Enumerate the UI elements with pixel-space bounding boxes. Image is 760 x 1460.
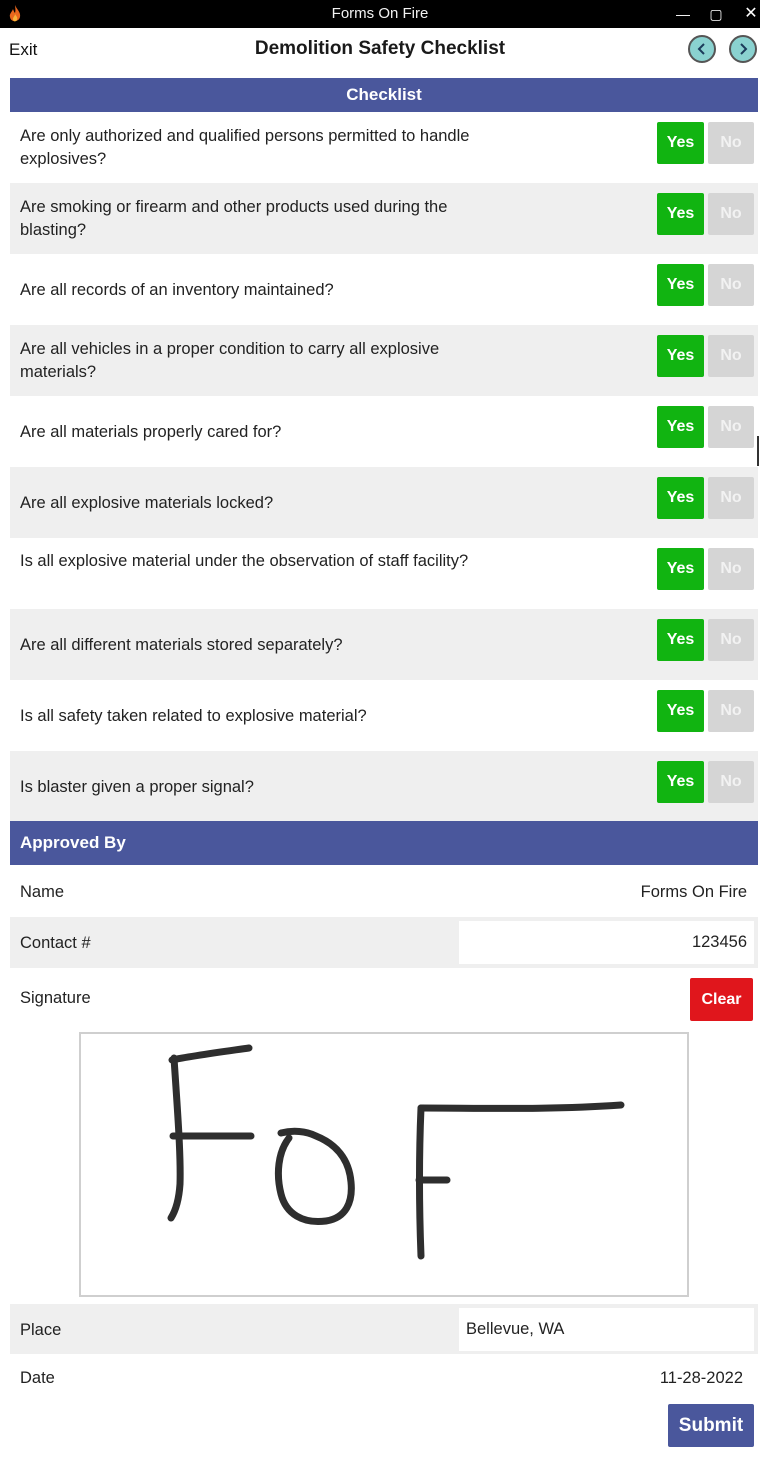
no-button[interactable]: No (708, 335, 754, 377)
checklist-row: Are all explosive materials locked? Yes … (10, 467, 758, 538)
place-row: Place (10, 1304, 758, 1354)
question-text: Are all different materials stored separ… (20, 636, 343, 654)
yes-button[interactable]: Yes (657, 548, 704, 590)
signature-label: Signature (20, 989, 91, 1007)
minimize-button[interactable]: — (672, 3, 694, 25)
contact-row: Contact # (10, 917, 758, 968)
no-button[interactable]: No (708, 619, 754, 661)
no-button[interactable]: No (708, 193, 754, 235)
place-label: Place (20, 1321, 62, 1339)
window-title: Forms On Fire (331, 5, 429, 22)
question-text: Are all explosive materials locked? (20, 494, 274, 512)
checklist-row: Are all records of an inventory maintain… (10, 254, 758, 325)
name-value: Forms On Fire (640, 883, 747, 901)
yes-button[interactable]: Yes (657, 122, 704, 164)
signature-drawing (167, 1044, 625, 1260)
form-header: Exit Demolition Safety Checklist (0, 28, 760, 74)
chevron-left-icon (697, 43, 705, 55)
next-page-button[interactable] (729, 35, 757, 63)
checklist-row: Are smoking or firearm and other product… (10, 183, 758, 254)
date-row: Date 11-28-2022 (10, 1355, 758, 1400)
scrollbar-thumb[interactable] (757, 436, 759, 466)
no-button[interactable]: No (708, 477, 754, 519)
submit-button[interactable]: Submit (668, 1404, 754, 1447)
contact-input[interactable] (459, 921, 754, 964)
maximize-button[interactable]: ▢ (705, 3, 727, 25)
question-text: Is blaster given a proper signal? (20, 778, 254, 796)
yes-button[interactable]: Yes (657, 335, 704, 377)
question-text: Are all materials properly cared for? (20, 423, 282, 441)
yes-button[interactable]: Yes (657, 406, 704, 448)
previous-page-button[interactable] (688, 35, 716, 63)
question-text: Are only authorized and qualified person… (20, 127, 470, 168)
yes-button[interactable]: Yes (657, 761, 704, 803)
checklist-row: Are all materials properly cared for? Ye… (10, 396, 758, 467)
window-titlebar: Forms On Fire — ▢ ✕ (0, 0, 760, 28)
checklist-row: Is all safety taken related to explosive… (10, 680, 758, 751)
no-button[interactable]: No (708, 761, 754, 803)
date-value[interactable]: 11-28-2022 (660, 1369, 743, 1388)
contact-label: Contact # (20, 934, 91, 952)
chevron-right-icon (740, 43, 748, 55)
question-text: Is all explosive material under the obse… (20, 552, 469, 570)
no-button[interactable]: No (708, 264, 754, 306)
no-button[interactable]: No (708, 548, 754, 590)
no-button[interactable]: No (708, 406, 754, 448)
checklist-row: Is blaster given a proper signal? Yes No (10, 751, 758, 822)
yes-button[interactable]: Yes (657, 477, 704, 519)
form-title: Demolition Safety Checklist (254, 38, 506, 59)
yes-button[interactable]: Yes (657, 690, 704, 732)
checklist-row: Are all vehicles in a proper condition t… (10, 325, 758, 396)
yes-button[interactable]: Yes (657, 619, 704, 661)
close-window-button[interactable]: ✕ (740, 3, 760, 25)
checklist-section-header: Checklist (10, 78, 758, 112)
yes-button[interactable]: Yes (657, 264, 704, 306)
no-button[interactable]: No (708, 690, 754, 732)
name-label: Name (20, 883, 65, 901)
question-text: Are all records of an inventory maintain… (20, 281, 334, 299)
approved-by-section-header: Approved By (10, 821, 758, 865)
question-text: Are smoking or firearm and other product… (20, 198, 448, 239)
checklist-row: Is all explosive material under the obse… (10, 538, 758, 609)
place-input[interactable] (459, 1308, 754, 1351)
no-button[interactable]: No (708, 122, 754, 164)
signature-pad[interactable] (79, 1032, 689, 1297)
question-text: Is all safety taken related to explosive… (20, 707, 367, 725)
yes-button[interactable]: Yes (657, 193, 704, 235)
date-label: Date (20, 1369, 55, 1387)
clear-signature-button[interactable]: Clear (690, 978, 753, 1021)
name-row: Name Forms On Fire (10, 866, 758, 916)
checklist-row: Are only authorized and qualified person… (10, 112, 758, 183)
question-text: Are all vehicles in a proper condition t… (20, 340, 440, 381)
checklist-row: Are all different materials stored separ… (10, 609, 758, 680)
